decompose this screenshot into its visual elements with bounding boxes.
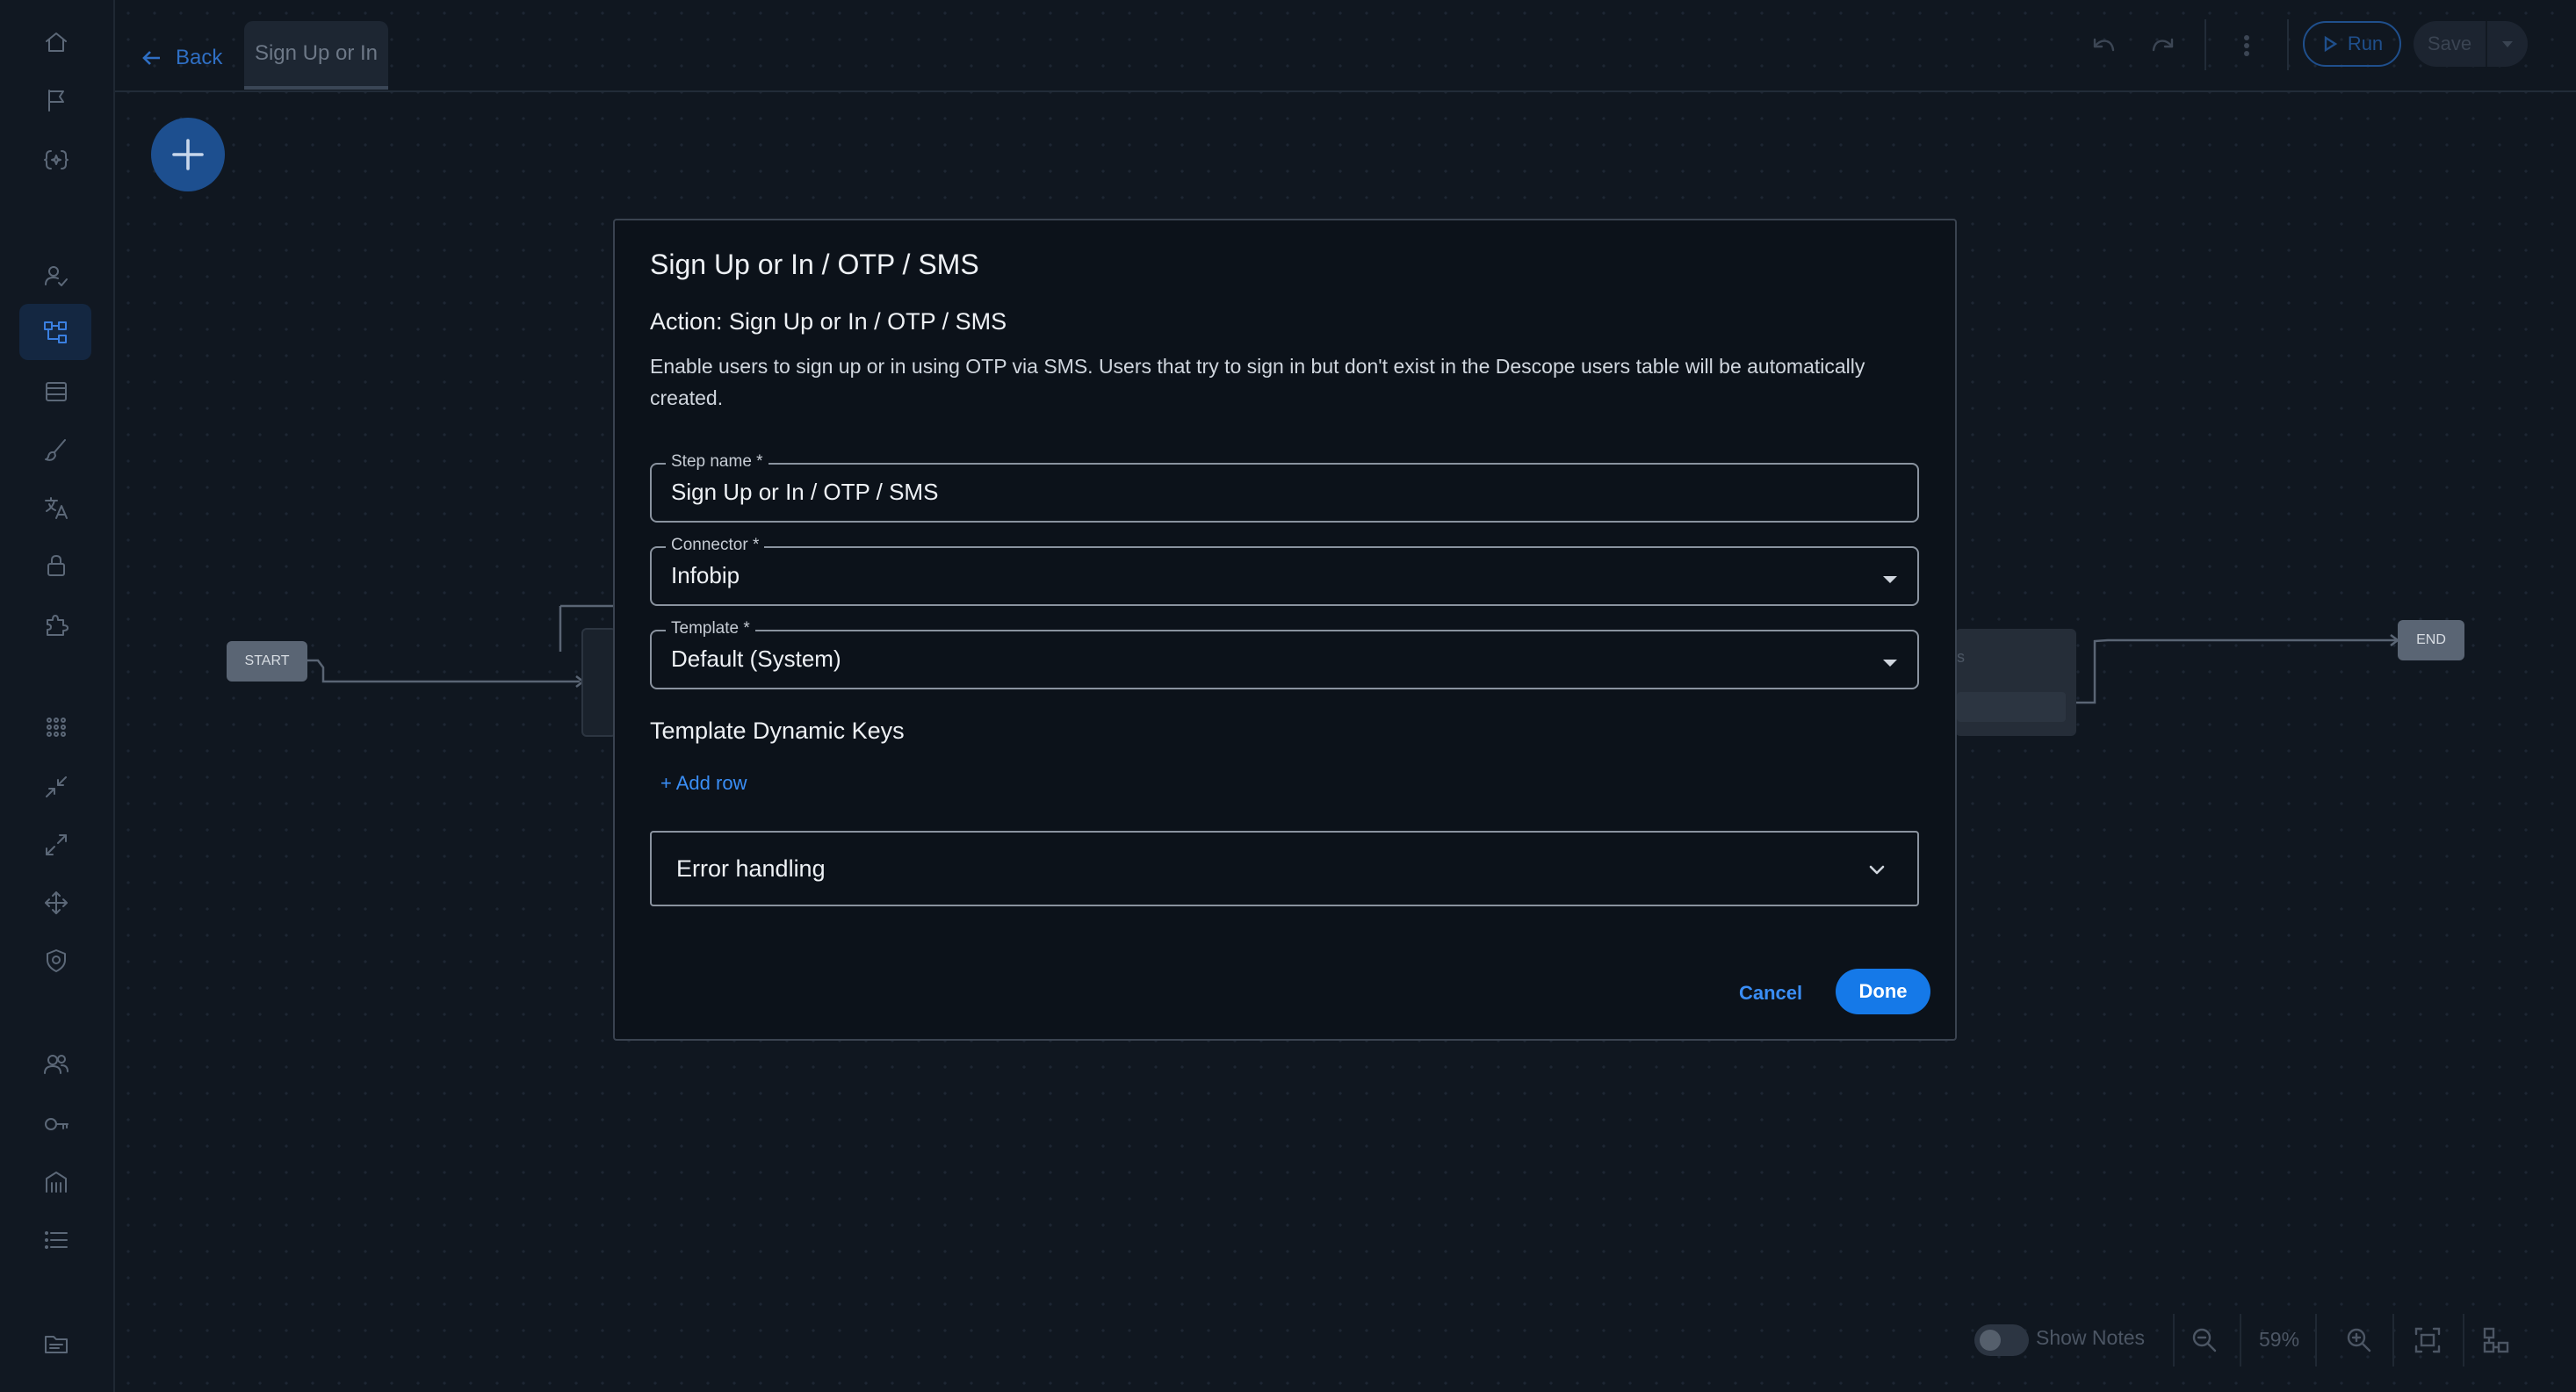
bottom-divider xyxy=(2173,1314,2175,1367)
template-dynamic-keys-heading: Template Dynamic Keys xyxy=(650,718,905,744)
more-vertical-icon[interactable] xyxy=(2227,26,2266,65)
auto-layout-icon[interactable] xyxy=(2479,1323,2514,1358)
bottom-divider xyxy=(2463,1314,2464,1367)
template-label: Template * xyxy=(666,619,755,638)
translate-icon[interactable] xyxy=(35,487,77,529)
cancel-button[interactable]: Cancel xyxy=(1739,982,1802,1005)
flow-node-inner xyxy=(1957,692,2066,722)
save-label: Save xyxy=(2427,32,2472,54)
step-name-field[interactable]: Step name * Sign Up or In / OTP / SMS xyxy=(650,452,1919,523)
back-link[interactable]: Back xyxy=(141,40,222,76)
connector-value: Infobip xyxy=(671,562,740,588)
save-button[interactable]: Save xyxy=(2414,21,2528,67)
flag-icon[interactable] xyxy=(35,79,77,121)
compress-arrows-icon[interactable] xyxy=(35,766,77,808)
run-button[interactable]: Run xyxy=(2303,21,2401,67)
step-name-label: Step name * xyxy=(666,452,768,472)
bottom-divider xyxy=(2240,1314,2241,1367)
toolbar-divider xyxy=(2204,19,2206,70)
list-icon[interactable] xyxy=(35,1219,77,1261)
zoom-out-icon[interactable] xyxy=(2187,1323,2222,1358)
start-node[interactable]: START xyxy=(227,641,307,682)
add-row-button[interactable]: + Add row xyxy=(660,772,747,795)
zoom-in-icon[interactable] xyxy=(2341,1323,2377,1358)
modal-description: Enable users to sign up or in using OTP … xyxy=(650,355,1865,409)
flows-icon[interactable] xyxy=(19,304,91,360)
tab-sign-up-or-in[interactable]: Sign Up or In xyxy=(244,21,388,90)
flow-step-node[interactable] xyxy=(581,628,617,737)
brush-icon[interactable] xyxy=(35,429,77,471)
home-icon[interactable] xyxy=(35,21,77,63)
move-arrows-icon[interactable] xyxy=(35,882,77,924)
save-options-chevron-down-icon[interactable] xyxy=(2487,35,2528,53)
connector-select[interactable]: Connector * Infobip xyxy=(650,536,1919,606)
end-node[interactable]: END xyxy=(2398,620,2464,660)
user-check-icon[interactable] xyxy=(35,255,77,297)
connector-label: Connector * xyxy=(666,536,765,555)
caret-down-icon[interactable] xyxy=(1880,569,1900,588)
back-label: Back xyxy=(176,46,223,69)
add-step-button[interactable] xyxy=(151,118,225,191)
run-label: Run xyxy=(2347,32,2384,54)
puzzle-icon[interactable] xyxy=(35,604,77,646)
play-icon xyxy=(2324,35,2338,53)
chevron-down-icon xyxy=(1866,859,1887,880)
flow-step-node[interactable]: s xyxy=(1955,629,2076,736)
redo-icon[interactable] xyxy=(2145,26,2183,65)
users-icon[interactable] xyxy=(35,1043,77,1085)
tenants-building-icon[interactable] xyxy=(35,1161,77,1203)
caret-down-icon[interactable] xyxy=(1880,653,1900,672)
folder-icon[interactable] xyxy=(35,1323,77,1365)
zoom-level: 59% xyxy=(2259,1328,2300,1351)
error-handling-accordion[interactable]: Error handling xyxy=(650,831,1919,906)
modal-title: Sign Up or In / OTP / SMS xyxy=(650,249,979,280)
fit-view-icon[interactable] xyxy=(2410,1323,2445,1358)
step-name-value[interactable]: Sign Up or In / OTP / SMS xyxy=(671,479,938,506)
screens-icon[interactable] xyxy=(35,371,77,413)
shield-icon[interactable] xyxy=(35,940,77,982)
modal-action-subtitle: Action: Sign Up or In / OTP / SMS xyxy=(650,308,1007,335)
key-icon[interactable] xyxy=(35,1103,77,1145)
toolbar-divider xyxy=(2287,19,2289,70)
sidebar xyxy=(0,0,115,1392)
apps-grid-icon[interactable] xyxy=(35,706,77,748)
show-notes-toggle[interactable] xyxy=(1974,1324,2029,1356)
top-toolbar xyxy=(115,0,2576,92)
error-handling-label: Error handling xyxy=(676,855,826,882)
bottom-divider xyxy=(2315,1314,2317,1367)
plus-icon xyxy=(172,139,204,170)
show-notes-label: Show Notes xyxy=(2036,1326,2146,1349)
template-value: Default (System) xyxy=(671,646,841,672)
step-config-modal: Sign Up or In / OTP / SMS Action: Sign U… xyxy=(613,219,1957,1041)
lock-icon[interactable] xyxy=(35,545,77,587)
bracket-sparkle-icon[interactable] xyxy=(35,139,77,181)
flow-node-partial-label: s xyxy=(1957,648,1965,666)
done-button[interactable]: Done xyxy=(1836,969,1930,1014)
expand-arrows-icon[interactable] xyxy=(35,824,77,866)
bottom-divider xyxy=(2392,1314,2394,1367)
undo-icon[interactable] xyxy=(2083,26,2122,65)
template-select[interactable]: Template * Default (System) xyxy=(650,619,1919,689)
arrow-left-icon xyxy=(142,51,160,65)
